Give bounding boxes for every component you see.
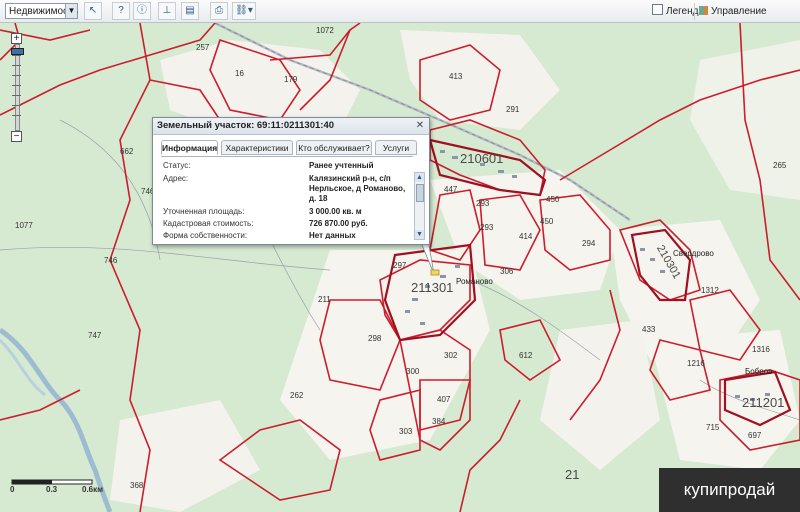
parcel-label: 715 — [706, 423, 720, 432]
info-value: 726 870.00 руб. — [309, 219, 368, 228]
parcel-label: 384 — [432, 417, 446, 426]
parcel-label: 414 — [519, 232, 533, 241]
scale-label: 0.3 — [46, 485, 58, 494]
parcel-label: 1072 — [316, 26, 334, 35]
parcel-label: 413 — [449, 72, 463, 81]
parcel-label: 179 — [284, 75, 298, 84]
parcel-label: 294 — [582, 239, 596, 248]
scroll-thumb[interactable] — [416, 184, 424, 202]
village-label: Романово — [456, 277, 493, 286]
tab-characteristics[interactable]: Характеристики — [221, 140, 293, 155]
info-icon[interactable]: ⓘ — [133, 2, 151, 20]
info-value: Калязинский р-н, с/п Нерльское, д Романо… — [309, 174, 406, 203]
scale-bar: 0 0.3 0.6км — [8, 478, 104, 496]
info-value: Нет данных — [309, 231, 356, 239]
info-key: Адрес: — [163, 174, 189, 183]
layers-icon[interactable]: ▤ — [181, 2, 199, 20]
map-toolbar: Недвижимость ▼ ↖ ? ⓘ ⊥ ▤ ⎙ ⛓▾ Легенда Уп… — [0, 0, 800, 34]
map-canvas[interactable]: 1072 16 179 413 291 257 662 746 1077 746… — [0, 23, 800, 512]
zoom-tick — [12, 65, 21, 66]
parcel-label: 293 — [476, 199, 490, 208]
zoom-tick — [12, 75, 21, 76]
info-key: Форма собственности: — [163, 231, 248, 239]
quarter-label: 211301 — [411, 280, 454, 295]
parcel-label: 1316 — [752, 345, 770, 354]
village-label: Свердрово — [673, 249, 714, 258]
ruler-icon[interactable]: ⊥ — [158, 2, 176, 20]
zoom-control[interactable]: + − — [11, 33, 24, 142]
quarter-label: 211201 — [742, 395, 785, 410]
layer-select[interactable]: Недвижимость ▼ — [5, 3, 78, 19]
popup-title: Земельный участок: 69:11:0211301:40 — [153, 118, 429, 135]
parcel-label: 291 — [506, 105, 520, 114]
select-arrow-icon[interactable]: ↖ — [84, 2, 102, 20]
popup-info-body: Статус: Ранее учтенный Адрес: Калязински… — [161, 156, 413, 239]
scroll-up-icon[interactable]: ▲ — [415, 173, 424, 182]
info-key: Статус: — [163, 161, 191, 170]
zoom-tick — [12, 115, 21, 116]
parcel-label: 433 — [642, 325, 656, 334]
parcel-label: 302 — [444, 351, 458, 360]
popup-scrollbar[interactable]: ▲ ▼ — [414, 172, 425, 240]
parcel-info-popup: Земельный участок: 69:11:0211301:40 ✕ Ин… — [152, 117, 430, 245]
parcel-label: 746 — [104, 256, 118, 265]
scale-label: 0.6км — [82, 485, 104, 494]
zoom-tick — [12, 105, 21, 106]
parcel-label: 407 — [437, 395, 451, 404]
zoom-out-button[interactable]: − — [11, 131, 22, 142]
parcel-label: 293 — [480, 223, 494, 232]
quarter-label: 210601 — [460, 151, 504, 166]
parcel-label: 1312 — [701, 286, 719, 295]
zoom-slider[interactable] — [11, 44, 24, 131]
village-label: Бобров — [745, 367, 773, 376]
chevron-down-icon: ▼ — [65, 4, 77, 18]
zoom-slider-handle[interactable] — [11, 48, 24, 55]
link-icon[interactable]: ⛓▾ — [232, 2, 256, 20]
parcel-label: 662 — [120, 147, 134, 156]
info-key: Уточненная площадь: — [163, 207, 245, 216]
info-key: Кадастровая стоимость: — [163, 219, 254, 228]
zoom-tick — [12, 85, 21, 86]
identify-icon[interactable]: ? — [112, 2, 130, 20]
parcel-label: 16 — [235, 69, 244, 78]
zoom-tick — [12, 95, 21, 96]
legend-checkbox[interactable] — [652, 4, 663, 15]
parcel-label: 697 — [748, 431, 762, 440]
info-value: 3 000.00 кв. м — [309, 207, 362, 216]
parcel-label: 262 — [290, 391, 304, 400]
parcel-label: 265 — [773, 161, 787, 170]
parcel-label: 747 — [88, 331, 102, 340]
parcel-label: 450 — [546, 195, 560, 204]
info-value: Ранее учтенный — [309, 161, 374, 170]
close-icon[interactable]: ✕ — [415, 121, 425, 131]
parcel-label: 300 — [406, 367, 420, 376]
block-number-label: 21 — [565, 467, 580, 482]
parcel-label: 612 — [519, 351, 533, 360]
map-control-button[interactable]: Управление картой — [694, 3, 800, 34]
tab-services[interactable]: Услуги — [375, 140, 417, 155]
parcel-label: 306 — [500, 267, 514, 276]
map-control-icon — [699, 6, 708, 15]
watermark-logo: купипродай — [659, 468, 800, 512]
tab-who-serves[interactable]: Кто обслуживает? — [296, 140, 372, 155]
zoom-in-button[interactable]: + — [11, 33, 22, 44]
parcel-label: 1077 — [15, 221, 33, 230]
parcel-label: 447 — [444, 185, 458, 194]
parcel-label: 211 — [318, 295, 331, 304]
parcel-label: 1216 — [687, 359, 705, 368]
parcel-label: 257 — [196, 43, 210, 52]
tab-information[interactable]: Информация — [161, 140, 218, 155]
parcel-label: 368 — [130, 481, 144, 490]
parcel-label: 303 — [399, 427, 413, 436]
print-icon[interactable]: ⎙ — [210, 2, 228, 20]
parcel-label: 298 — [368, 334, 382, 343]
parcel-label: 450 — [540, 217, 554, 226]
scale-label: 0 — [10, 485, 15, 494]
zoom-tick — [12, 55, 21, 56]
scroll-down-icon[interactable]: ▼ — [415, 230, 424, 239]
parcel-label: 297 — [393, 261, 407, 270]
